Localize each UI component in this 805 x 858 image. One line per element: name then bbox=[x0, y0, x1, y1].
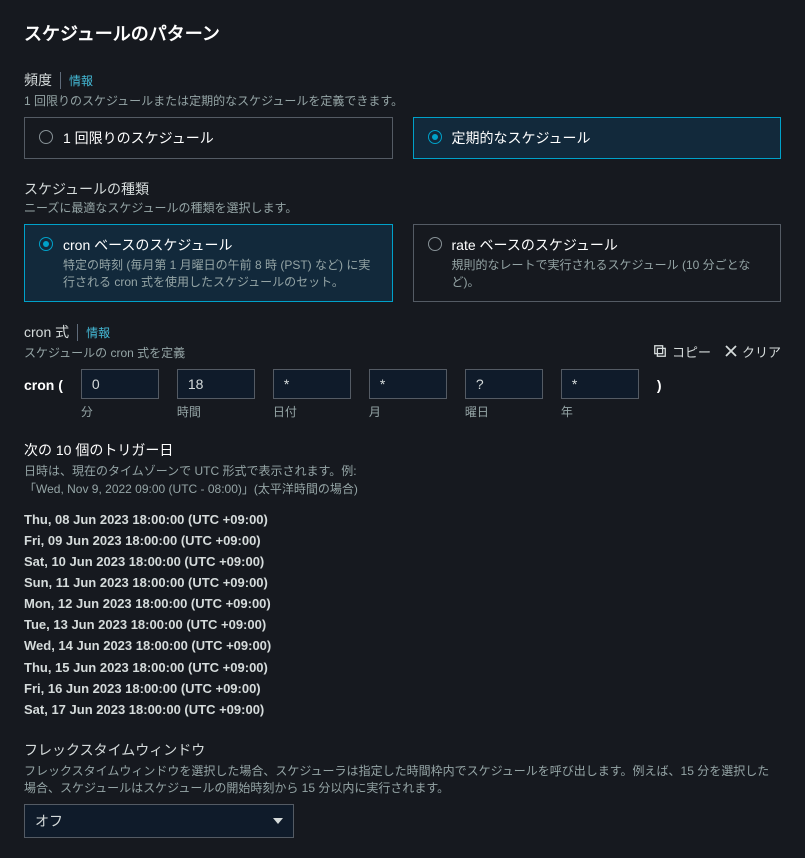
triggers-desc-line1: 日時は、現在のタイムゾーンで UTC 形式で表示されます。例: bbox=[24, 464, 357, 478]
schedule-type-option-rate[interactable]: rate ベースのスケジュール 規則的なレートで実行されるスケジュール (10 … bbox=[413, 224, 782, 302]
cron-input-label: 分 bbox=[81, 403, 159, 420]
caret-down-icon bbox=[273, 818, 283, 824]
schedule-type-cron-title: cron ベースのスケジュール bbox=[63, 235, 378, 255]
next-triggers-section: 次の 10 個のトリガー日 日時は、現在のタイムゾーンで UTC 形式で表示され… bbox=[24, 440, 781, 720]
frequency-section: 頻度 情報 1 回限りのスケジュールまたは定期的なスケジュールを定義できます。 … bbox=[24, 70, 781, 159]
schedule-type-cron-sub: 特定の時刻 (毎月第 1 月曜日の午前 8 時 (PST) など) に実行される… bbox=[63, 257, 378, 291]
trigger-item: Sun, 11 Jun 2023 18:00:00 (UTC +09:00) bbox=[24, 573, 781, 593]
panel-title: スケジュールのパターン bbox=[24, 20, 781, 46]
cron-input-分[interactable] bbox=[81, 369, 159, 399]
trigger-item: Sat, 10 Jun 2023 18:00:00 (UTC +09:00) bbox=[24, 552, 781, 572]
trigger-item: Thu, 08 Jun 2023 18:00:00 (UTC +09:00) bbox=[24, 510, 781, 530]
flex-window-select[interactable]: オフ bbox=[24, 804, 294, 838]
cron-input-日付[interactable] bbox=[273, 369, 351, 399]
frequency-option-recurring[interactable]: 定期的なスケジュール bbox=[413, 117, 782, 159]
cron-clear-label: クリア bbox=[742, 342, 781, 361]
cron-input-label: 年 bbox=[561, 403, 639, 420]
frequency-desc: 1 回限りのスケジュールまたは定期的なスケジュールを定義できます。 bbox=[24, 92, 781, 109]
schedule-type-rate-title: rate ベースのスケジュール bbox=[452, 235, 767, 255]
radio-icon bbox=[428, 130, 442, 144]
trigger-item: Tue, 13 Jun 2023 18:00:00 (UTC +09:00) bbox=[24, 615, 781, 635]
cron-input-label: 日付 bbox=[273, 403, 351, 420]
schedule-pattern-panel: スケジュールのパターン 頻度 情報 1 回限りのスケジュールまたは定期的なスケジ… bbox=[0, 0, 805, 858]
cron-field-5: 年 bbox=[561, 369, 639, 420]
trigger-item: Fri, 09 Jun 2023 18:00:00 (UTC +09:00) bbox=[24, 531, 781, 551]
frequency-option-once[interactable]: 1 回限りのスケジュール bbox=[24, 117, 393, 159]
frequency-info-link[interactable]: 情報 bbox=[60, 72, 93, 89]
cron-input-label: 月 bbox=[369, 403, 447, 420]
cron-input-月[interactable] bbox=[369, 369, 447, 399]
flex-window-label: フレックスタイムウィンドウ bbox=[24, 740, 781, 760]
trigger-item: Sat, 17 Jun 2023 18:00:00 (UTC +09:00) bbox=[24, 700, 781, 720]
cron-field-4: 曜日 bbox=[465, 369, 543, 420]
cron-clear-button[interactable]: クリア bbox=[725, 342, 781, 361]
cron-field-1: 時間 bbox=[177, 369, 255, 420]
flex-window-desc: フレックスタイムウィンドウを選択した場合、スケジューラは指定した時間枠内でスケジ… bbox=[24, 762, 781, 796]
triggers-desc-line2: 「Wed, Nov 9, 2022 09:00 (UTC - 08:00)」(太… bbox=[24, 482, 358, 496]
close-icon bbox=[725, 345, 737, 357]
schedule-type-section: スケジュールの種類 ニーズに最適なスケジュールの種類を選択します。 cron ベ… bbox=[24, 179, 781, 302]
cron-expression-section: cron 式 情報 スケジュールの cron 式を定義 コピー bbox=[24, 322, 781, 420]
cron-label: cron 式 bbox=[24, 322, 69, 342]
schedule-type-label: スケジュールの種類 bbox=[24, 179, 781, 199]
schedule-type-desc: ニーズに最適なスケジュールの種類を選択します。 bbox=[24, 199, 781, 216]
schedule-type-rate-sub: 規則的なレートで実行されるスケジュール (10 分ごとなど)。 bbox=[452, 257, 767, 291]
cron-suffix: ) bbox=[657, 369, 662, 393]
cron-field-3: 月 bbox=[369, 369, 447, 420]
cron-input-row: cron ( 分 時間 日付 月 曜日 年 ) bbox=[24, 369, 781, 420]
trigger-list: Thu, 08 Jun 2023 18:00:00 (UTC +09:00)Fr… bbox=[24, 510, 781, 720]
cron-copy-label: コピー bbox=[672, 342, 711, 361]
cron-input-label: 曜日 bbox=[465, 403, 543, 420]
flex-window-value: オフ bbox=[35, 813, 63, 829]
radio-icon bbox=[39, 130, 53, 144]
frequency-recurring-label: 定期的なスケジュール bbox=[452, 128, 767, 148]
cron-copy-button[interactable]: コピー bbox=[653, 342, 711, 361]
frequency-label: 頻度 bbox=[24, 70, 52, 90]
trigger-item: Fri, 16 Jun 2023 18:00:00 (UTC +09:00) bbox=[24, 679, 781, 699]
trigger-item: Thu, 15 Jun 2023 18:00:00 (UTC +09:00) bbox=[24, 658, 781, 678]
frequency-once-label: 1 回限りのスケジュール bbox=[63, 128, 378, 148]
cron-input-曜日[interactable] bbox=[465, 369, 543, 399]
radio-icon bbox=[39, 237, 53, 251]
trigger-item: Mon, 12 Jun 2023 18:00:00 (UTC +09:00) bbox=[24, 594, 781, 614]
cron-prefix: cron ( bbox=[24, 369, 63, 393]
cron-desc: スケジュールの cron 式を定義 bbox=[24, 344, 185, 361]
cron-field-2: 日付 bbox=[273, 369, 351, 420]
trigger-item: Wed, 14 Jun 2023 18:00:00 (UTC +09:00) bbox=[24, 636, 781, 656]
triggers-title: 次の 10 個のトリガー日 bbox=[24, 440, 781, 460]
radio-icon bbox=[428, 237, 442, 251]
cron-input-label: 時間 bbox=[177, 403, 255, 420]
copy-icon bbox=[653, 344, 667, 358]
cron-input-年[interactable] bbox=[561, 369, 639, 399]
flex-window-section: フレックスタイムウィンドウ フレックスタイムウィンドウを選択した場合、スケジュー… bbox=[24, 740, 781, 838]
cron-info-link[interactable]: 情報 bbox=[77, 324, 110, 341]
schedule-type-option-cron[interactable]: cron ベースのスケジュール 特定の時刻 (毎月第 1 月曜日の午前 8 時 … bbox=[24, 224, 393, 302]
triggers-desc: 日時は、現在のタイムゾーンで UTC 形式で表示されます。例: 「Wed, No… bbox=[24, 462, 781, 498]
cron-input-時間[interactable] bbox=[177, 369, 255, 399]
cron-field-0: 分 bbox=[81, 369, 159, 420]
